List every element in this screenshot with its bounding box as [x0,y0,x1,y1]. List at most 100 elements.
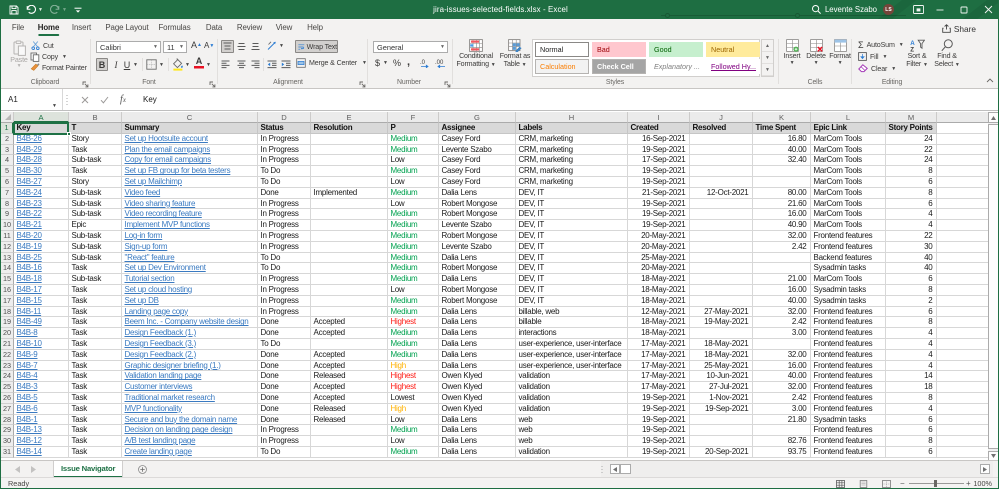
cell-C10[interactable]: Implement MVP functions [122,220,258,231]
cell-A24[interactable]: B4B-4 [14,371,69,382]
horizontal-scrollbar-splitter[interactable] [601,465,603,474]
cell-C17[interactable]: Set up DB [122,296,258,307]
cell-B3[interactable]: Task [69,145,122,156]
cell-J1[interactable]: Resolved [690,123,753,134]
cell-G26[interactable]: Owen Klyed [439,393,516,404]
cell-N27[interactable] [937,404,990,415]
cell-F17[interactable]: Medium [388,296,439,307]
cell-A5[interactable]: B4B-30 [14,166,69,177]
fill-color-dropdown-icon[interactable]: ▼ [185,62,190,68]
cell-J31[interactable]: 20-Sep-2021 [690,447,753,458]
cell-E18[interactable] [311,307,388,318]
cell-D2[interactable]: In Progress [258,134,311,145]
cell-K18[interactable]: 32.00 [753,307,811,318]
align-right-button[interactable] [251,60,260,69]
cell-E25[interactable]: Accepted [311,382,388,393]
cell-A8[interactable]: B4B-23 [14,199,69,210]
cell-E17[interactable] [311,296,388,307]
cell-J28[interactable] [690,415,753,426]
cell-B28[interactable]: Task [69,415,122,426]
maximize-button[interactable] [952,0,976,19]
cell-H14[interactable]: DEV, IT [516,263,628,274]
cell-I19[interactable]: 18-May-2021 [628,317,690,328]
cell-N13[interactable] [937,253,990,264]
cell-A31[interactable]: B4B-14 [14,447,69,458]
cell-H10[interactable]: DEV, IT [516,220,628,231]
cell-N26[interactable] [937,393,990,404]
cell-B23[interactable]: Task [69,361,122,372]
cell-E6[interactable] [311,177,388,188]
cell-I3[interactable]: 19-Sep-2021 [628,145,690,156]
cell-N5[interactable] [937,166,990,177]
cell-K11[interactable]: 32.00 [753,231,811,242]
cell-G4[interactable]: Casey Ford [439,155,516,166]
cell-J11[interactable] [690,231,753,242]
cell-L8[interactable]: MarCom Tools [811,199,886,210]
cell-F12[interactable]: Medium [388,242,439,253]
cell-D26[interactable]: Done [258,393,311,404]
font-dialog-launcher-icon[interactable] [209,81,216,88]
insert-function-icon[interactable]: fx [115,89,131,110]
column-header-M[interactable]: M [886,112,937,123]
format-cells-button[interactable]: Format ▼ [828,39,852,66]
cell-C7[interactable]: Video feed [122,188,258,199]
cell-M27[interactable]: 4 [886,404,937,415]
ribbon-tab-home[interactable]: Home [38,19,60,37]
column-header-K[interactable]: K [753,112,811,123]
cell-A30[interactable]: B4B-12 [14,436,69,447]
cell-F20[interactable]: Medium [388,328,439,339]
cell-F30[interactable]: Low [388,436,439,447]
cell-F29[interactable]: Medium [388,425,439,436]
cell-A3[interactable]: B4B-29 [14,145,69,156]
minimize-button[interactable] [928,0,952,19]
cell-E31[interactable] [311,447,388,458]
cell-K13[interactable] [753,253,811,264]
cell-L27[interactable]: Frontend features [811,404,886,415]
cell-C30[interactable]: A/B test landing page [122,436,258,447]
cell-H31[interactable]: validation [516,447,628,458]
row-header-30[interactable]: 30 [1,436,14,447]
cell-I13[interactable]: 25-May-2021 [628,253,690,264]
underline-dropdown-icon[interactable]: ▼ [133,62,138,68]
cell-B13[interactable]: Sub-task [69,253,122,264]
cell-C19[interactable]: Beem Inc. - Company website design [122,317,258,328]
cell-M14[interactable]: 40 [886,263,937,274]
cell-N8[interactable] [937,199,990,210]
cell-B6[interactable]: Story [69,177,122,188]
cell-B17[interactable]: Task [69,296,122,307]
cell-M15[interactable]: 6 [886,274,937,285]
cell-B8[interactable]: Sub-task [69,199,122,210]
cell-L7[interactable]: MarCom Tools [811,188,886,199]
cell-K27[interactable]: 3.00 [753,404,811,415]
cell-G9[interactable]: Robert Mongose [439,209,516,220]
cell-M4[interactable]: 24 [886,155,937,166]
cell-L21[interactable]: Frontend features [811,339,886,350]
scroll-right-icon[interactable] [980,464,990,474]
cell-J16[interactable] [690,285,753,296]
horizontal-scrollbar[interactable] [601,461,993,478]
cell-F13[interactable]: Medium [388,253,439,264]
cell-D14[interactable]: To Do [258,263,311,274]
cell-D29[interactable]: In Progress [258,425,311,436]
cell-L30[interactable]: Frontend features [811,436,886,447]
row-header-5[interactable]: 5 [1,166,14,177]
cell-G10[interactable]: Levente Szabo [439,220,516,231]
paste-button[interactable]: Paste ▼ [7,39,31,69]
cell-F5[interactable]: Medium [388,166,439,177]
cell-C11[interactable]: Log-in form [122,231,258,242]
cell-N31[interactable] [937,447,990,458]
column-header-F[interactable]: F [388,112,439,123]
cell-B10[interactable]: Epic [69,220,122,231]
cell-L23[interactable]: Frontend features [811,361,886,372]
cell-E29[interactable] [311,425,388,436]
cell-N22[interactable] [937,350,990,361]
ribbon-tab-file[interactable]: File [12,19,24,37]
cell-A23[interactable]: B4B-7 [14,361,69,372]
close-button[interactable] [976,0,999,19]
zoom-level[interactable]: 100% [973,478,992,489]
cell-J6[interactable] [690,177,753,188]
cell-M13[interactable]: 40 [886,253,937,264]
cell-G25[interactable]: Owen Klyed [439,382,516,393]
row-header-9[interactable]: 9 [1,209,14,220]
cell-B7[interactable]: Sub-task [69,188,122,199]
